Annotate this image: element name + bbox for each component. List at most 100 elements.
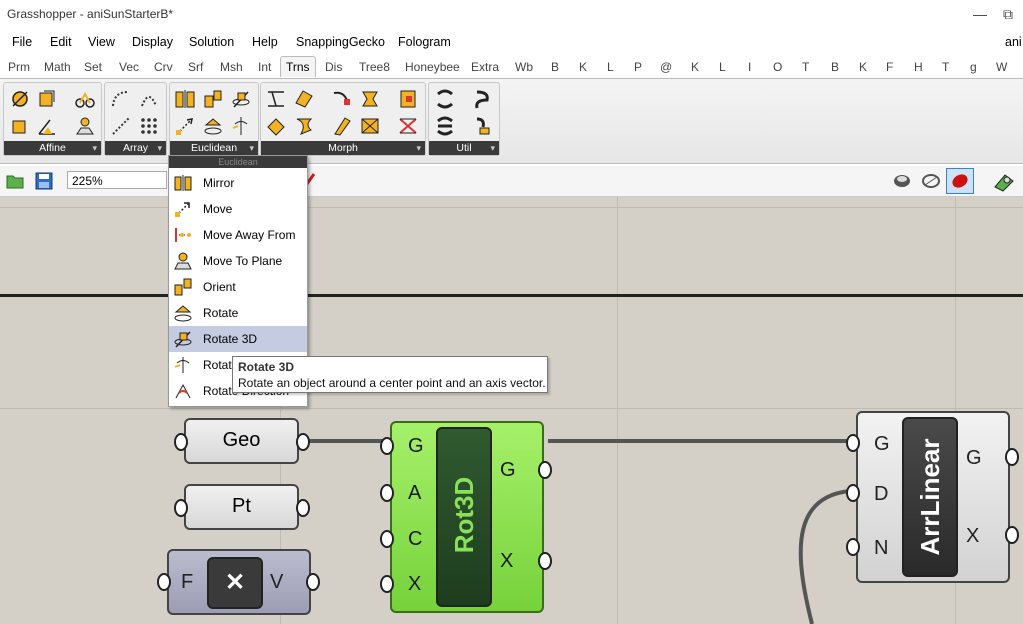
tab-at[interactable]: @ — [660, 60, 672, 74]
tab-math[interactable]: Math — [44, 60, 71, 74]
arrlinear-out-port-g[interactable] — [1005, 448, 1019, 466]
menu-help[interactable]: Help — [252, 35, 278, 49]
arrlinear-port-d[interactable] — [846, 484, 860, 502]
affine-icon-2[interactable] — [36, 88, 58, 110]
tab-g[interactable]: g — [970, 60, 977, 74]
pt-output-port[interactable] — [296, 499, 310, 517]
tab-o[interactable]: O — [773, 60, 782, 74]
tab-b2[interactable]: B — [831, 60, 839, 74]
boolean-input-port[interactable] — [157, 573, 171, 591]
geo-input-port[interactable] — [174, 433, 188, 451]
preview-wireframe-icon[interactable] — [921, 171, 941, 191]
restore-button[interactable]: ⧉ — [998, 4, 1018, 24]
panel-array-expand-icon[interactable]: ▾ — [157, 143, 162, 154]
zoom-field[interactable]: 225% — [67, 171, 167, 189]
preview-selected-toggle[interactable] — [946, 168, 974, 194]
rot3d-port-x[interactable] — [380, 575, 394, 593]
grasshopper-canvas[interactable]: Geo Pt F ✕ V G A C X Rot3D G X G D N Arr… — [0, 197, 1023, 624]
tab-k3[interactable]: K — [859, 60, 867, 74]
menu-edit[interactable]: Edit — [50, 35, 72, 49]
tab-k[interactable]: K — [579, 60, 587, 74]
boolean-output-port[interactable] — [306, 573, 320, 591]
pt-param[interactable]: Pt — [184, 484, 299, 530]
euclidean-orient-icon[interactable] — [202, 88, 224, 110]
rot3d-out-port-g[interactable] — [538, 461, 552, 479]
tab-prm[interactable]: Prm — [8, 60, 30, 74]
tab-tree8[interactable]: Tree8 — [359, 60, 390, 74]
menu-view[interactable]: View — [88, 35, 115, 49]
tab-dis[interactable]: Dis — [325, 60, 342, 74]
panel-euclidean-expand-icon[interactable]: ▾ — [249, 143, 254, 154]
morph-icon-1[interactable] — [265, 88, 287, 110]
morph-icon-8[interactable] — [331, 115, 353, 137]
tab-extra[interactable]: Extra — [471, 60, 499, 74]
dropdown-item-mirror[interactable]: Mirror — [169, 170, 307, 196]
rot3d-out-port-x[interactable] — [538, 552, 552, 570]
dropdown-item-rotate-3d[interactable]: Rotate 3D — [169, 326, 307, 352]
save-icon[interactable] — [34, 171, 54, 191]
menu-solution[interactable]: Solution — [189, 35, 234, 49]
panel-morph-expand-icon[interactable]: ▾ — [416, 143, 421, 154]
tab-k2[interactable]: K — [691, 60, 699, 74]
arrlinear-port-n[interactable] — [846, 538, 860, 556]
menu-fologram[interactable]: Fologram — [398, 35, 451, 49]
euclidean-rotate-icon[interactable] — [202, 115, 224, 137]
util-icon-2[interactable] — [471, 88, 493, 110]
menu-file[interactable]: File — [12, 35, 32, 49]
util-icon-3[interactable] — [434, 115, 456, 137]
util-icon-1[interactable] — [434, 88, 456, 110]
tab-h[interactable]: H — [914, 60, 923, 74]
menu-display[interactable]: Display — [132, 35, 173, 49]
tab-vec[interactable]: Vec — [119, 60, 139, 74]
euclidean-mirror-icon[interactable] — [174, 88, 196, 110]
tab-w[interactable]: W — [996, 60, 1007, 74]
geo-output-port[interactable] — [296, 433, 310, 451]
euclidean-move-icon[interactable] — [174, 115, 196, 137]
minimize-button[interactable]: — — [970, 4, 990, 24]
array-icon-2[interactable] — [138, 88, 160, 110]
dropdown-item-move-to-plane[interactable]: Move To Plane — [169, 248, 307, 274]
boolean-component[interactable]: F ✕ V — [167, 549, 311, 615]
tab-set[interactable]: Set — [84, 60, 102, 74]
euclidean-rotate-axis-icon[interactable] — [230, 115, 252, 137]
pt-input-port[interactable] — [174, 499, 188, 517]
euclidean-rotate3d-icon[interactable] — [230, 88, 252, 110]
affine-icon-4[interactable] — [9, 115, 31, 137]
arrlinear-component[interactable]: G D N ArrLinear G X — [856, 411, 1010, 583]
rot3d-port-a[interactable] — [380, 484, 394, 502]
tab-int[interactable]: Int — [258, 60, 271, 74]
morph-icon-4[interactable] — [359, 88, 381, 110]
tab-wb[interactable]: Wb — [515, 60, 533, 74]
rot3d-port-g[interactable] — [380, 437, 394, 455]
tab-p[interactable]: P — [634, 60, 642, 74]
affine-icon-3[interactable] — [74, 88, 96, 110]
array-icon-3[interactable] — [110, 115, 132, 137]
array-icon-4[interactable] — [138, 115, 160, 137]
dropdown-item-rotate[interactable]: Rotate — [169, 300, 307, 326]
morph-icon-5[interactable] — [397, 88, 419, 110]
tab-i[interactable]: I — [748, 60, 751, 74]
rot3d-port-c[interactable] — [380, 530, 394, 548]
morph-icon-3[interactable] — [331, 88, 353, 110]
preview-shaded-icon[interactable] — [892, 171, 912, 191]
morph-icon-2[interactable] — [293, 88, 315, 110]
tab-trns[interactable]: Trns — [280, 56, 316, 77]
tab-msh[interactable]: Msh — [220, 60, 243, 74]
menu-snappinggecko[interactable]: SnappingGecko — [296, 35, 385, 49]
open-file-icon[interactable] — [5, 171, 25, 191]
tab-srf[interactable]: Srf — [188, 60, 203, 74]
panel-util-expand-icon[interactable]: ▾ — [490, 143, 495, 154]
affine-icon-1[interactable] — [9, 88, 31, 110]
affine-icon-6[interactable] — [74, 115, 96, 137]
tab-t[interactable]: T — [802, 60, 809, 74]
tab-crv[interactable]: Crv — [154, 60, 173, 74]
tab-l2[interactable]: L — [719, 60, 726, 74]
morph-icon-6[interactable] — [265, 115, 287, 137]
affine-icon-5[interactable] — [36, 115, 58, 137]
panel-affine-expand-icon[interactable]: ▾ — [92, 143, 97, 154]
morph-icon-9[interactable] — [359, 115, 381, 137]
dropdown-item-orient[interactable]: Orient — [169, 274, 307, 300]
tab-b[interactable]: B — [551, 60, 559, 74]
dropdown-item-move-away-from[interactable]: Move Away From — [169, 222, 307, 248]
tab-honeybee[interactable]: Honeybee — [405, 60, 460, 74]
